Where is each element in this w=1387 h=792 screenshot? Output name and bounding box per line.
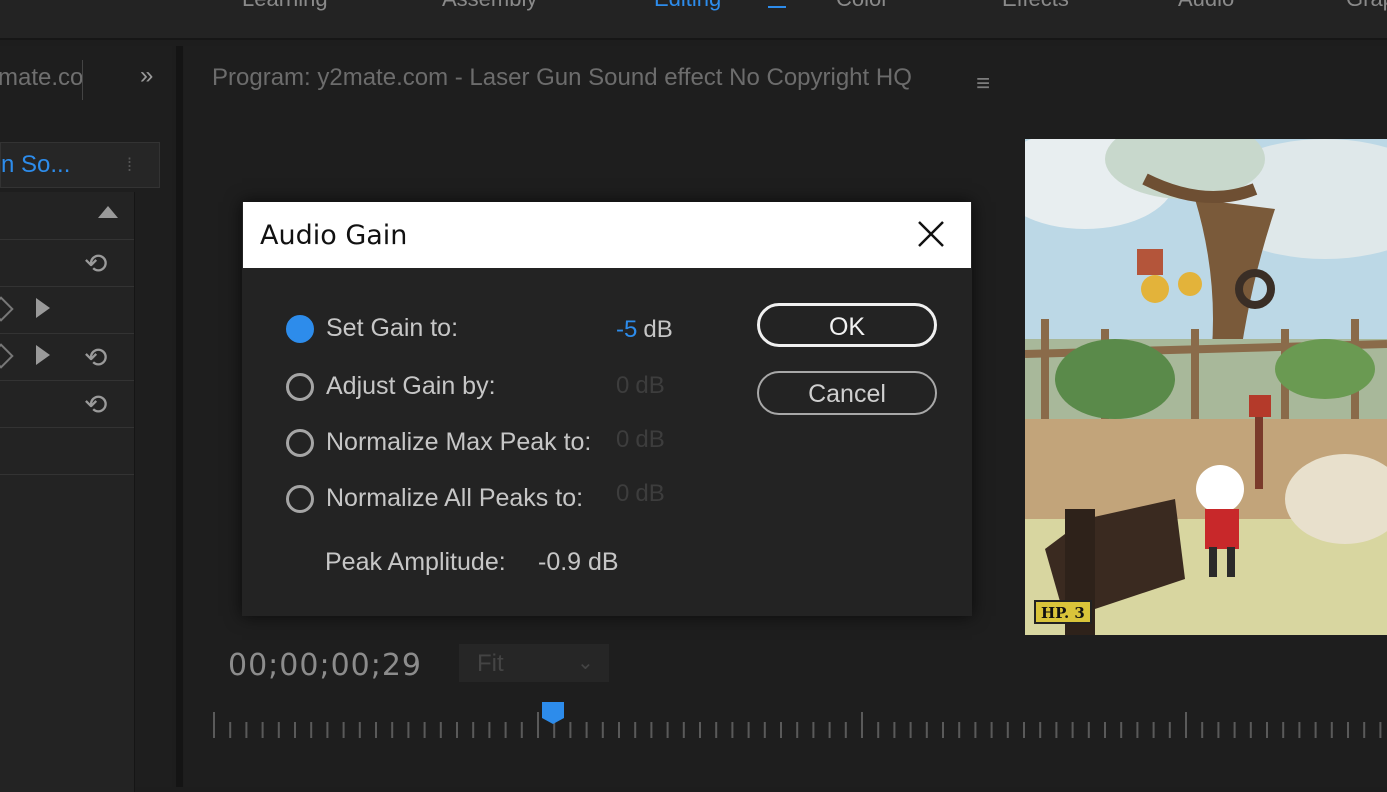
radio-button[interactable]: [286, 315, 314, 343]
close-icon[interactable]: [911, 214, 951, 254]
program-title: Program: y2mate.com - Laser Gun Sound ef…: [212, 64, 912, 91]
playhead-icon[interactable]: [540, 700, 566, 726]
time-ruler[interactable]: [212, 702, 1387, 746]
keyframe-icon[interactable]: [0, 296, 14, 322]
workspace-bar: Learning Assembly Editing Color Effects …: [0, 0, 1387, 40]
tab-color[interactable]: Color: [836, 0, 889, 12]
option-label: Normalize Max Peak to:: [326, 428, 592, 456]
peak-amplitude-value: -0.9 dB: [538, 548, 619, 576]
gain-number[interactable]: -5: [616, 316, 637, 343]
collapse-up-icon[interactable]: [98, 206, 118, 218]
list-row: ⟲: [0, 333, 134, 381]
dialog-titlebar[interactable]: Audio Gain: [243, 202, 971, 268]
cartoon-frame-image: HP. 3: [1025, 139, 1387, 635]
double-chevron-right-icon[interactable]: »: [140, 62, 153, 90]
ruler-ticks: [213, 712, 1382, 738]
list-row: [0, 427, 134, 475]
reset-icon[interactable]: ⟲: [84, 388, 107, 421]
zoom-fit-select[interactable]: Fit ⌄: [459, 644, 609, 682]
normalize-all-value: 0 dB: [616, 480, 665, 508]
panel-header: mate.co »: [0, 46, 172, 110]
video-preview: HP. 3: [1025, 139, 1387, 635]
set-gain-value[interactable]: -5 dB: [616, 316, 673, 344]
gain-number: 0: [616, 426, 630, 453]
panel-menu-icon[interactable]: ≡: [976, 70, 990, 98]
clip-tab-label: n So...: [1, 151, 71, 178]
list-row: ⟲: [0, 239, 134, 287]
gain-number: 0: [616, 372, 630, 399]
gain-number: 0: [616, 480, 630, 507]
chevron-down-icon: ⌄: [577, 652, 594, 674]
ok-button[interactable]: OK: [757, 303, 937, 347]
panel-divider: [82, 60, 83, 100]
tab-graphics[interactable]: Grap: [1346, 0, 1387, 12]
audio-gain-dialog: Audio Gain Set Gain to: -5 dB Adjust Gain…: [242, 202, 972, 616]
radio-button[interactable]: [286, 429, 314, 457]
clip-tab[interactable]: n So... ⁞: [0, 142, 160, 188]
panel-divider[interactable]: [176, 46, 183, 787]
list-row: [0, 286, 134, 334]
list-row: ⟲: [0, 380, 134, 428]
playhead-timecode[interactable]: 00;00;00;29: [228, 648, 422, 683]
tab-learning[interactable]: Learning: [242, 0, 328, 12]
fit-value: Fit: [477, 650, 504, 677]
option-label: Normalize All Peaks to:: [326, 484, 584, 512]
adjust-gain-value: 0 dB: [616, 372, 665, 400]
gain-unit: dB: [643, 316, 673, 343]
tab-audio[interactable]: Audio: [1178, 0, 1234, 12]
gain-unit: dB: [635, 372, 665, 399]
tab-assembly[interactable]: Assembly: [442, 0, 537, 12]
effect-controls-panel: mate.co » n So... ⁞ ⟲ ⟲ ⟲: [0, 46, 172, 792]
expand-right-icon[interactable]: [36, 345, 50, 365]
keyframe-icon[interactable]: [0, 343, 14, 369]
cancel-button[interactable]: Cancel: [757, 371, 937, 415]
normalize-max-value: 0 dB: [616, 426, 665, 454]
drag-grip-icon[interactable]: ⁞: [127, 155, 132, 176]
dialog-title: Audio Gain: [260, 220, 408, 251]
peak-amplitude-label: Peak Amplitude:: [325, 548, 506, 576]
effect-list: ⟲ ⟲ ⟲: [0, 192, 135, 792]
option-label: Adjust Gain by:: [326, 372, 496, 400]
tab-editing[interactable]: Editing: [654, 0, 721, 12]
workspace-menu-icon[interactable]: [768, 0, 786, 8]
reset-icon[interactable]: ⟲: [84, 341, 107, 374]
list-row: [0, 192, 134, 240]
gain-unit: dB: [635, 426, 665, 453]
expand-right-icon[interactable]: [36, 298, 50, 318]
radio-button[interactable]: [286, 485, 314, 513]
gain-unit: dB: [635, 480, 665, 507]
panel-title: mate.co: [0, 64, 84, 91]
tab-effects[interactable]: Effects: [1002, 0, 1069, 12]
option-label: Set Gain to:: [326, 314, 459, 342]
hp-badge: HP. 3: [1041, 604, 1085, 622]
reset-icon[interactable]: ⟲: [84, 247, 107, 280]
radio-button[interactable]: [286, 373, 314, 401]
